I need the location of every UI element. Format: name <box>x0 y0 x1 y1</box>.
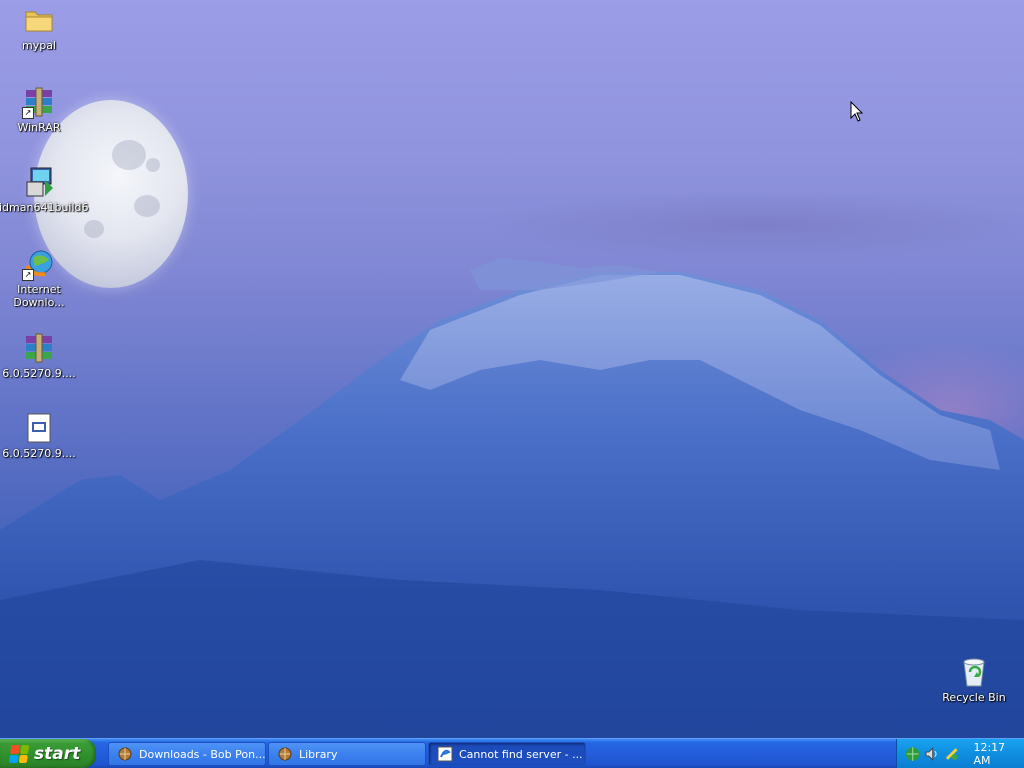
volume-icon[interactable] <box>924 746 939 762</box>
taskbar-button-downloads[interactable]: Downloads - Bob Pon... <box>108 742 266 766</box>
clock[interactable]: 12:17 AM <box>973 741 1024 767</box>
desktop-icon-rar-archive[interactable]: 6.0.5270.9.... <box>0 332 79 380</box>
desktop-icon-recycle-bin[interactable]: Recycle Bin <box>934 656 1014 704</box>
internet-explorer-icon <box>437 746 453 762</box>
browser-icon <box>118 747 132 761</box>
desktop-icon-mypal[interactable]: mypal <box>0 4 79 52</box>
desktop-icon-label: idman641build6 <box>0 201 89 214</box>
shortcut-arrow-icon: ↗ <box>22 107 34 119</box>
winrar-icon: ↗ <box>22 86 55 119</box>
desktop-icon-label: Recycle Bin <box>942 691 1006 704</box>
network-icon[interactable] <box>905 746 920 762</box>
task-label: Downloads - Bob Pon... <box>139 747 266 761</box>
task-label: Library <box>299 747 338 761</box>
start-label: start <box>34 743 81 764</box>
exe-file-icon <box>23 412 55 444</box>
shortcut-arrow-icon: ↗ <box>22 269 34 281</box>
task-label: Cannot find server - ... <box>459 747 583 761</box>
desktop-icon-label: 6.0.5270.9.... <box>2 367 76 380</box>
desktop-icon-winrar[interactable]: ↗ WinRAR <box>0 86 79 134</box>
installer-icon <box>23 166 55 198</box>
start-button[interactable]: start <box>0 739 96 768</box>
system-tray: 12:17 AM <box>896 739 1024 768</box>
desktop[interactable]: mypal ↗ WinRAR idman641build6 ↗ Internet… <box>0 0 1024 738</box>
windows-logo-icon <box>8 744 30 763</box>
mouse-pointer-icon <box>850 101 864 122</box>
update-icon[interactable] <box>944 746 959 762</box>
desktop-icon-label: mypal <box>21 39 56 52</box>
browser-icon <box>278 747 292 761</box>
desktop-icon-label: 6.0.5270.9.... <box>2 447 76 460</box>
winrar-archive-icon <box>23 332 55 364</box>
desktop-icon-label: WinRAR <box>17 121 61 134</box>
desktop-icon-idman-installer[interactable]: idman641build6 <box>0 166 89 214</box>
desktop-icon-exe-file[interactable]: 6.0.5270.9.... <box>0 412 79 460</box>
mountain-wallpaper <box>0 258 1024 738</box>
folder-icon <box>23 4 55 36</box>
recycle-bin-icon <box>958 656 990 688</box>
taskbar-button-library[interactable]: Library <box>268 742 426 766</box>
desktop-icon-label: Internet Downlo... <box>13 283 65 309</box>
desktop-icon-internet-download-manager[interactable]: ↗ Internet Downlo... <box>0 248 79 309</box>
taskbar-button-cannot-find-server[interactable]: Cannot find server - ... <box>428 742 586 766</box>
internet-download-manager-icon: ↗ <box>22 248 55 281</box>
taskbar: start Downloads - Bob Pon... Library Can… <box>0 738 1024 768</box>
